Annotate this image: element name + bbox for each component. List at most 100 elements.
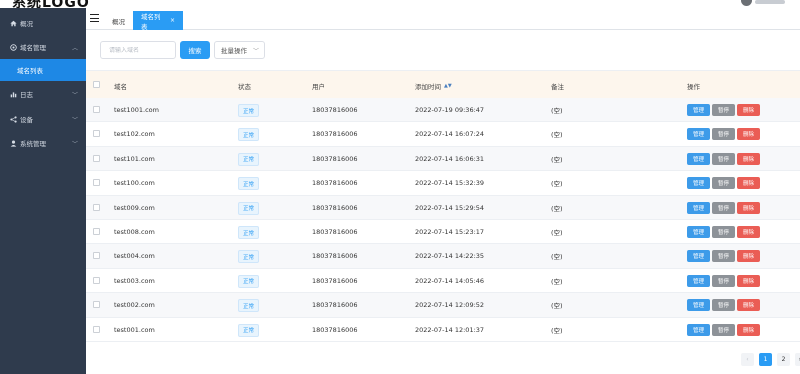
user-cell: 18037816006 — [312, 106, 358, 114]
user-cell: 18037816006 — [312, 203, 358, 212]
page-2-button[interactable]: 2 — [777, 353, 790, 366]
sidebar-item-logs[interactable]: 日志 ﹀ — [0, 82, 86, 106]
row-checkbox[interactable] — [93, 179, 100, 187]
user-icon — [10, 140, 17, 147]
pause-button[interactable]: 暂停 — [712, 128, 735, 141]
user-avatar[interactable] — [741, 0, 752, 6]
delete-button[interactable]: 删除 — [737, 128, 760, 141]
pause-button[interactable]: 暂停 — [712, 299, 735, 312]
delete-button[interactable]: 删除 — [737, 104, 760, 116]
row-checkbox[interactable] — [93, 106, 100, 113]
sort-icon[interactable]: ▲▼ — [444, 83, 452, 89]
pause-button[interactable]: 暂停 — [712, 250, 735, 263]
search-input[interactable] — [109, 46, 167, 54]
manage-button[interactable]: 管理 — [687, 323, 710, 336]
select-all-checkbox[interactable] — [93, 81, 100, 88]
sidebar-item-overview[interactable]: 概况 — [0, 11, 86, 35]
status-badge: 正常 — [238, 226, 259, 239]
close-icon[interactable]: × — [170, 17, 175, 24]
menu-toggle-icon[interactable] — [90, 14, 99, 23]
manage-button[interactable]: 管理 — [687, 250, 710, 263]
row-checkbox[interactable] — [93, 203, 100, 211]
manage-button[interactable]: 管理 — [687, 274, 710, 287]
chart-icon — [10, 91, 17, 98]
pause-button[interactable]: 暂停 — [712, 226, 735, 238]
note-cell: (空) — [551, 204, 563, 213]
time-cell: 2022-07-14 15:29:54 — [415, 203, 485, 212]
table-row: test102.com 正常 18037816006 2022-07-14 16:07… — [86, 122, 800, 147]
row-checkbox[interactable] — [93, 154, 100, 162]
delete-button[interactable]: 删除 — [737, 201, 760, 214]
user-name[interactable] — [755, 0, 785, 4]
domain-cell: test002.com — [114, 301, 155, 310]
domain-cell: test001.com — [114, 325, 155, 334]
status-badge: 正常 — [238, 128, 259, 142]
pause-button[interactable]: 暂停 — [712, 104, 735, 116]
domain-cell: test004.com — [114, 252, 155, 261]
manage-button[interactable]: 管理 — [687, 226, 710, 238]
search-button[interactable]: 搜索 — [180, 41, 210, 59]
time-cell: 2022-07-14 16:07:24 — [415, 130, 485, 139]
sidebar-item-label: 域名管理 — [20, 44, 46, 52]
column-user: 用户 — [312, 83, 325, 91]
sidebar-item-domain-management[interactable]: 域名管理 ︿ — [0, 35, 86, 59]
time-cell: 2022-07-14 14:22:35 — [415, 252, 485, 261]
row-checkbox[interactable] — [93, 252, 100, 260]
manage-button[interactable]: 管理 — [687, 299, 710, 312]
status-badge: 正常 — [238, 201, 259, 215]
status-badge: 正常 — [238, 177, 259, 191]
delete-button[interactable]: 删除 — [737, 177, 760, 190]
delete-button[interactable]: 删除 — [737, 226, 760, 238]
manage-button[interactable]: 管理 — [687, 152, 710, 165]
domain-cell: test008.com — [114, 228, 155, 236]
prev-page-button[interactable]: ‹ — [741, 353, 754, 366]
pause-button[interactable]: 暂停 — [712, 177, 735, 190]
table-row: test1001.com 正常 18037816006 2022-07-19 09:3… — [86, 98, 800, 123]
tab-domain-list[interactable]: 域名列表 × — [133, 11, 183, 31]
sidebar-item-domain-list[interactable]: 域名列表 — [0, 59, 86, 81]
tab-label: 域名列表 — [141, 12, 161, 31]
share-icon — [10, 115, 17, 123]
delete-button[interactable]: 删除 — [737, 250, 760, 263]
sidebar-item-label: 设备 — [20, 116, 33, 124]
page-1-button[interactable]: 1 — [759, 353, 772, 366]
sidebar-item-system-management[interactable]: 系统管理 ﹀ — [0, 131, 86, 155]
tab-overview[interactable]: 概况 — [104, 11, 133, 30]
domain-cell: test003.com — [114, 276, 155, 285]
chevron-down-icon: ﹀ — [252, 48, 259, 55]
row-checkbox[interactable] — [93, 130, 100, 138]
sidebar-item-devices[interactable]: 设备 ﹀ — [0, 107, 86, 131]
pause-button[interactable]: 暂停 — [712, 274, 735, 287]
manage-button[interactable]: 管理 — [687, 201, 710, 214]
row-checkbox[interactable] — [93, 325, 100, 333]
pause-button[interactable]: 暂停 — [712, 201, 735, 214]
row-checkbox[interactable] — [93, 301, 100, 309]
pause-button[interactable]: 暂停 — [712, 323, 735, 336]
delete-button[interactable]: 删除 — [737, 299, 760, 312]
delete-button[interactable]: 删除 — [737, 274, 760, 287]
note-cell: (空) — [551, 326, 563, 335]
manage-button[interactable]: 管理 — [687, 128, 710, 141]
table-row: test101.com 正常 18037816006 2022-07-14 16:06… — [86, 146, 800, 172]
delete-button[interactable]: 删除 — [737, 323, 760, 336]
domain-search-field[interactable] — [100, 41, 176, 59]
pause-button[interactable]: 暂停 — [712, 152, 735, 165]
delete-button[interactable]: 删除 — [737, 152, 760, 165]
manage-button[interactable]: 管理 — [687, 104, 710, 116]
row-checkbox[interactable] — [93, 228, 100, 235]
batch-label: 批量操作 — [221, 47, 247, 55]
column-time[interactable]: 添加时间 ▲▼ — [415, 81, 452, 91]
next-page-button[interactable]: › — [795, 353, 800, 366]
sidebar-item-label: 系统管理 — [20, 140, 46, 148]
time-cell: 2022-07-14 12:09:52 — [415, 301, 485, 310]
row-checkbox[interactable] — [93, 276, 100, 284]
sidebar-item-label: 日志 — [20, 91, 33, 99]
top-header: 系统LOGO — [0, 0, 800, 11]
manage-button[interactable]: 管理 — [687, 177, 710, 190]
batch-actions-select[interactable]: 批量操作 ﹀ — [214, 41, 265, 59]
table-row: test100.com 正常 18037816006 2022-07-14 15:32… — [86, 171, 800, 196]
chevron-down-icon: ﹀ — [72, 140, 79, 148]
chevron-up-icon: ︿ — [72, 44, 79, 52]
note-cell: (空) — [551, 229, 563, 237]
status-badge: 正常 — [238, 250, 259, 264]
